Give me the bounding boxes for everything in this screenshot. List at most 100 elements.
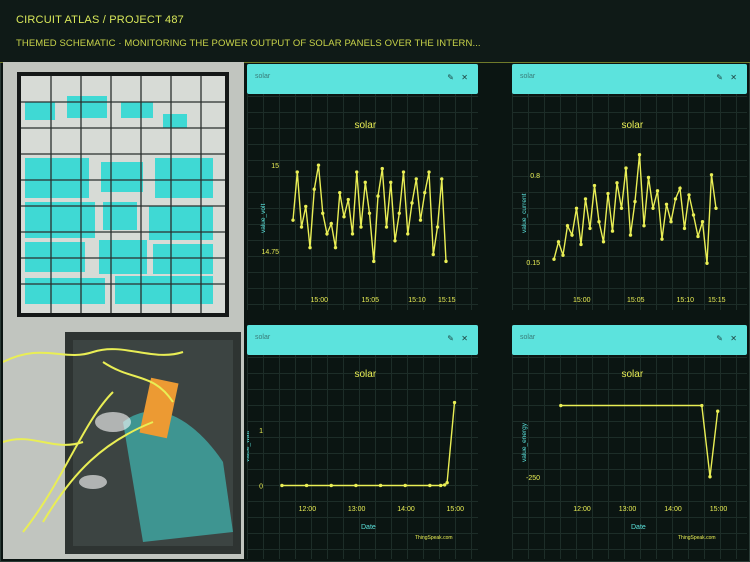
data-point[interactable] [669, 220, 673, 224]
data-point[interactable] [678, 186, 682, 190]
data-point[interactable] [655, 189, 660, 193]
data-point[interactable] [642, 224, 646, 228]
data-point[interactable] [291, 218, 295, 222]
breadcrumb[interactable]: CIRCUIT ATLAS / PROJECT 487 [16, 14, 184, 26]
chart-title: solar [355, 120, 377, 131]
data-point[interactable] [628, 233, 633, 237]
chart-watt: solar 12:00 13:00 14:00 15:00 1 0 Date value_wat… [247, 369, 464, 541]
data-point[interactable] [308, 245, 312, 250]
chart-credit[interactable]: ThingSpeak.com [415, 535, 453, 541]
data-point[interactable] [428, 483, 432, 488]
data-point[interactable] [295, 170, 299, 174]
data-point[interactable] [556, 240, 561, 244]
data-point[interactable] [619, 206, 624, 210]
data-point[interactable] [552, 257, 556, 261]
data-point[interactable] [304, 204, 308, 209]
data-point[interactable] [423, 190, 427, 195]
data-point[interactable] [321, 211, 325, 215]
data-point[interactable] [397, 211, 401, 215]
data-point[interactable] [299, 225, 304, 229]
data-point[interactable] [378, 483, 383, 488]
data-point[interactable] [700, 220, 705, 224]
data-point[interactable] [559, 403, 563, 408]
data-point[interactable] [633, 199, 637, 204]
data-point[interactable] [359, 225, 363, 229]
data-point[interactable] [376, 194, 380, 198]
data-point[interactable] [280, 483, 284, 488]
data-point[interactable] [329, 221, 333, 226]
data-point[interactable] [372, 259, 376, 264]
data-point[interactable] [304, 483, 309, 488]
data-point[interactable] [691, 213, 696, 217]
data-point[interactable] [606, 191, 610, 196]
data-point[interactable] [403, 483, 407, 488]
data-point[interactable] [355, 170, 359, 174]
data-point[interactable] [708, 475, 712, 479]
x-tick-label: 15:00 [573, 297, 591, 304]
data-point[interactable] [414, 177, 418, 181]
data-point[interactable] [574, 206, 579, 210]
data-point[interactable] [673, 197, 678, 201]
data-point[interactable] [561, 253, 565, 257]
chart-credit[interactable]: ThingSpeak.com [678, 535, 716, 541]
data-point[interactable] [716, 409, 720, 413]
data-point[interactable] [439, 483, 443, 488]
data-point[interactable] [346, 197, 350, 202]
data-point[interactable] [444, 259, 448, 264]
data-point[interactable] [601, 240, 606, 244]
data-point[interactable] [338, 190, 342, 195]
data-point[interactable] [329, 483, 333, 488]
data-point[interactable] [316, 163, 321, 167]
data-point[interactable] [440, 177, 444, 181]
data-point[interactable] [363, 180, 367, 185]
data-point[interactable] [410, 201, 414, 205]
data-point[interactable] [705, 261, 709, 265]
data-point[interactable] [646, 175, 651, 180]
data-point[interactable] [380, 166, 384, 171]
data-point[interactable] [389, 180, 393, 185]
data-point[interactable] [583, 197, 588, 201]
data-point[interactable] [651, 206, 655, 210]
data-point[interactable] [393, 239, 397, 243]
data-point[interactable] [418, 218, 423, 222]
data-point[interactable] [570, 233, 574, 237]
x-tick-label: 15:05 [627, 297, 645, 304]
data-point[interactable] [350, 232, 355, 236]
data-point[interactable] [592, 183, 597, 188]
data-point[interactable] [682, 226, 687, 231]
data-point[interactable] [660, 237, 664, 241]
chart-current: solar15:0015:0515:1015:150.80.15Datevalu… [521, 120, 726, 304]
data-point[interactable] [427, 170, 431, 174]
data-point[interactable] [624, 166, 628, 170]
data-point[interactable] [435, 225, 440, 229]
chart-panel-watt: solar ✎ ✕ solar 12:00 13:00 14:00 15:00 1 0 Dat… [247, 325, 478, 559]
data-point[interactable] [597, 220, 601, 224]
data-point[interactable] [354, 483, 358, 488]
data-point[interactable] [588, 226, 592, 231]
data-point[interactable] [452, 400, 457, 405]
data-point[interactable] [406, 232, 410, 236]
data-point[interactable] [445, 481, 449, 485]
data-point[interactable] [714, 206, 718, 210]
data-point[interactable] [325, 232, 329, 236]
data-point[interactable] [342, 215, 346, 219]
data-point[interactable] [637, 153, 642, 157]
data-point[interactable] [709, 173, 714, 177]
data-point[interactable] [579, 242, 583, 247]
data-point[interactable] [431, 252, 435, 257]
data-point[interactable] [615, 181, 619, 185]
x-tick-label: 13:00 [348, 506, 366, 513]
x-tick-label: 15:10 [677, 297, 695, 304]
data-point[interactable] [610, 229, 615, 233]
y-tick-label: 0.8 [530, 173, 540, 180]
data-point[interactable] [367, 211, 372, 215]
data-point[interactable] [384, 225, 389, 229]
data-point[interactable] [565, 224, 570, 228]
data-point[interactable] [696, 234, 700, 239]
data-point[interactable] [401, 170, 406, 174]
data-point[interactable] [687, 193, 691, 197]
data-point[interactable] [700, 403, 704, 408]
data-point[interactable] [664, 202, 669, 206]
data-point[interactable] [312, 187, 316, 191]
data-point[interactable] [333, 245, 338, 250]
